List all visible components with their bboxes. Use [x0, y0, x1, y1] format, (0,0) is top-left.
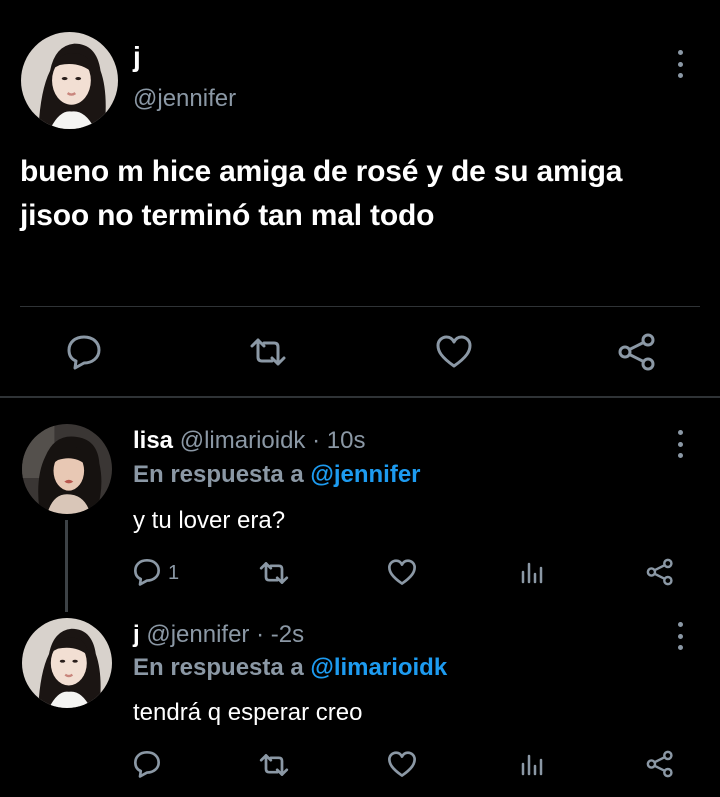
analytics-icon[interactable]: [518, 558, 546, 586]
like-icon[interactable]: [386, 557, 418, 587]
avatar[interactable]: [22, 618, 112, 708]
divider: [20, 306, 700, 307]
author-name[interactable]: j: [133, 40, 141, 74]
retweet-icon[interactable]: [256, 750, 292, 780]
author-name[interactable]: j: [133, 621, 140, 648]
author-handle[interactable]: @jennifer: [133, 84, 236, 114]
tweet-text-line: jisoo no terminó tan mal todo: [20, 199, 435, 232]
thread-line: [65, 520, 68, 612]
in-reply-to: En respuesta a @limarioidk: [133, 653, 447, 683]
reply-text: tendrá q esperar creo: [133, 699, 363, 726]
retweet-icon[interactable]: [256, 558, 292, 588]
more-icon[interactable]: [674, 622, 686, 650]
more-icon[interactable]: [674, 50, 686, 78]
reply-text: y tu lover era?: [133, 507, 286, 534]
tweet-text: bueno m hice amiga de rosé y de su amiga…: [20, 150, 710, 238]
like-icon[interactable]: [432, 333, 476, 371]
like-icon[interactable]: [386, 749, 418, 779]
author-name[interactable]: lisa: [133, 427, 173, 454]
reply-header: j @jennifer · -2s: [133, 620, 304, 650]
in-reply-label: En respuesta a: [133, 461, 304, 488]
in-reply-to: En respuesta a @jennifer: [133, 460, 421, 490]
share-icon[interactable]: [644, 748, 676, 780]
reply-icon[interactable]: [130, 748, 164, 780]
reply-icon[interactable]: [62, 332, 106, 372]
avatar[interactable]: [22, 424, 112, 514]
reply-header: lisa @limarioidk · 10s: [133, 426, 365, 456]
in-reply-label: En respuesta a: [133, 654, 304, 681]
share-icon[interactable]: [644, 556, 676, 588]
retweet-icon[interactable]: [246, 334, 290, 370]
author-handle-time[interactable]: @limarioidk · 10s: [180, 427, 366, 454]
reply-count: 1: [168, 562, 180, 584]
mention-link[interactable]: @jennifer: [310, 461, 420, 488]
more-icon[interactable]: [674, 430, 686, 458]
avatar[interactable]: [21, 32, 118, 129]
author-handle-time[interactable]: @jennifer · -2s: [146, 621, 304, 648]
share-icon[interactable]: [614, 332, 660, 372]
analytics-icon[interactable]: [518, 750, 546, 778]
mention-link[interactable]: @limarioidk: [310, 654, 447, 681]
reply-icon[interactable]: [130, 556, 164, 588]
divider: [0, 396, 720, 398]
tweet-text-line: bueno m hice amiga de rosé y de su amiga: [20, 155, 623, 188]
